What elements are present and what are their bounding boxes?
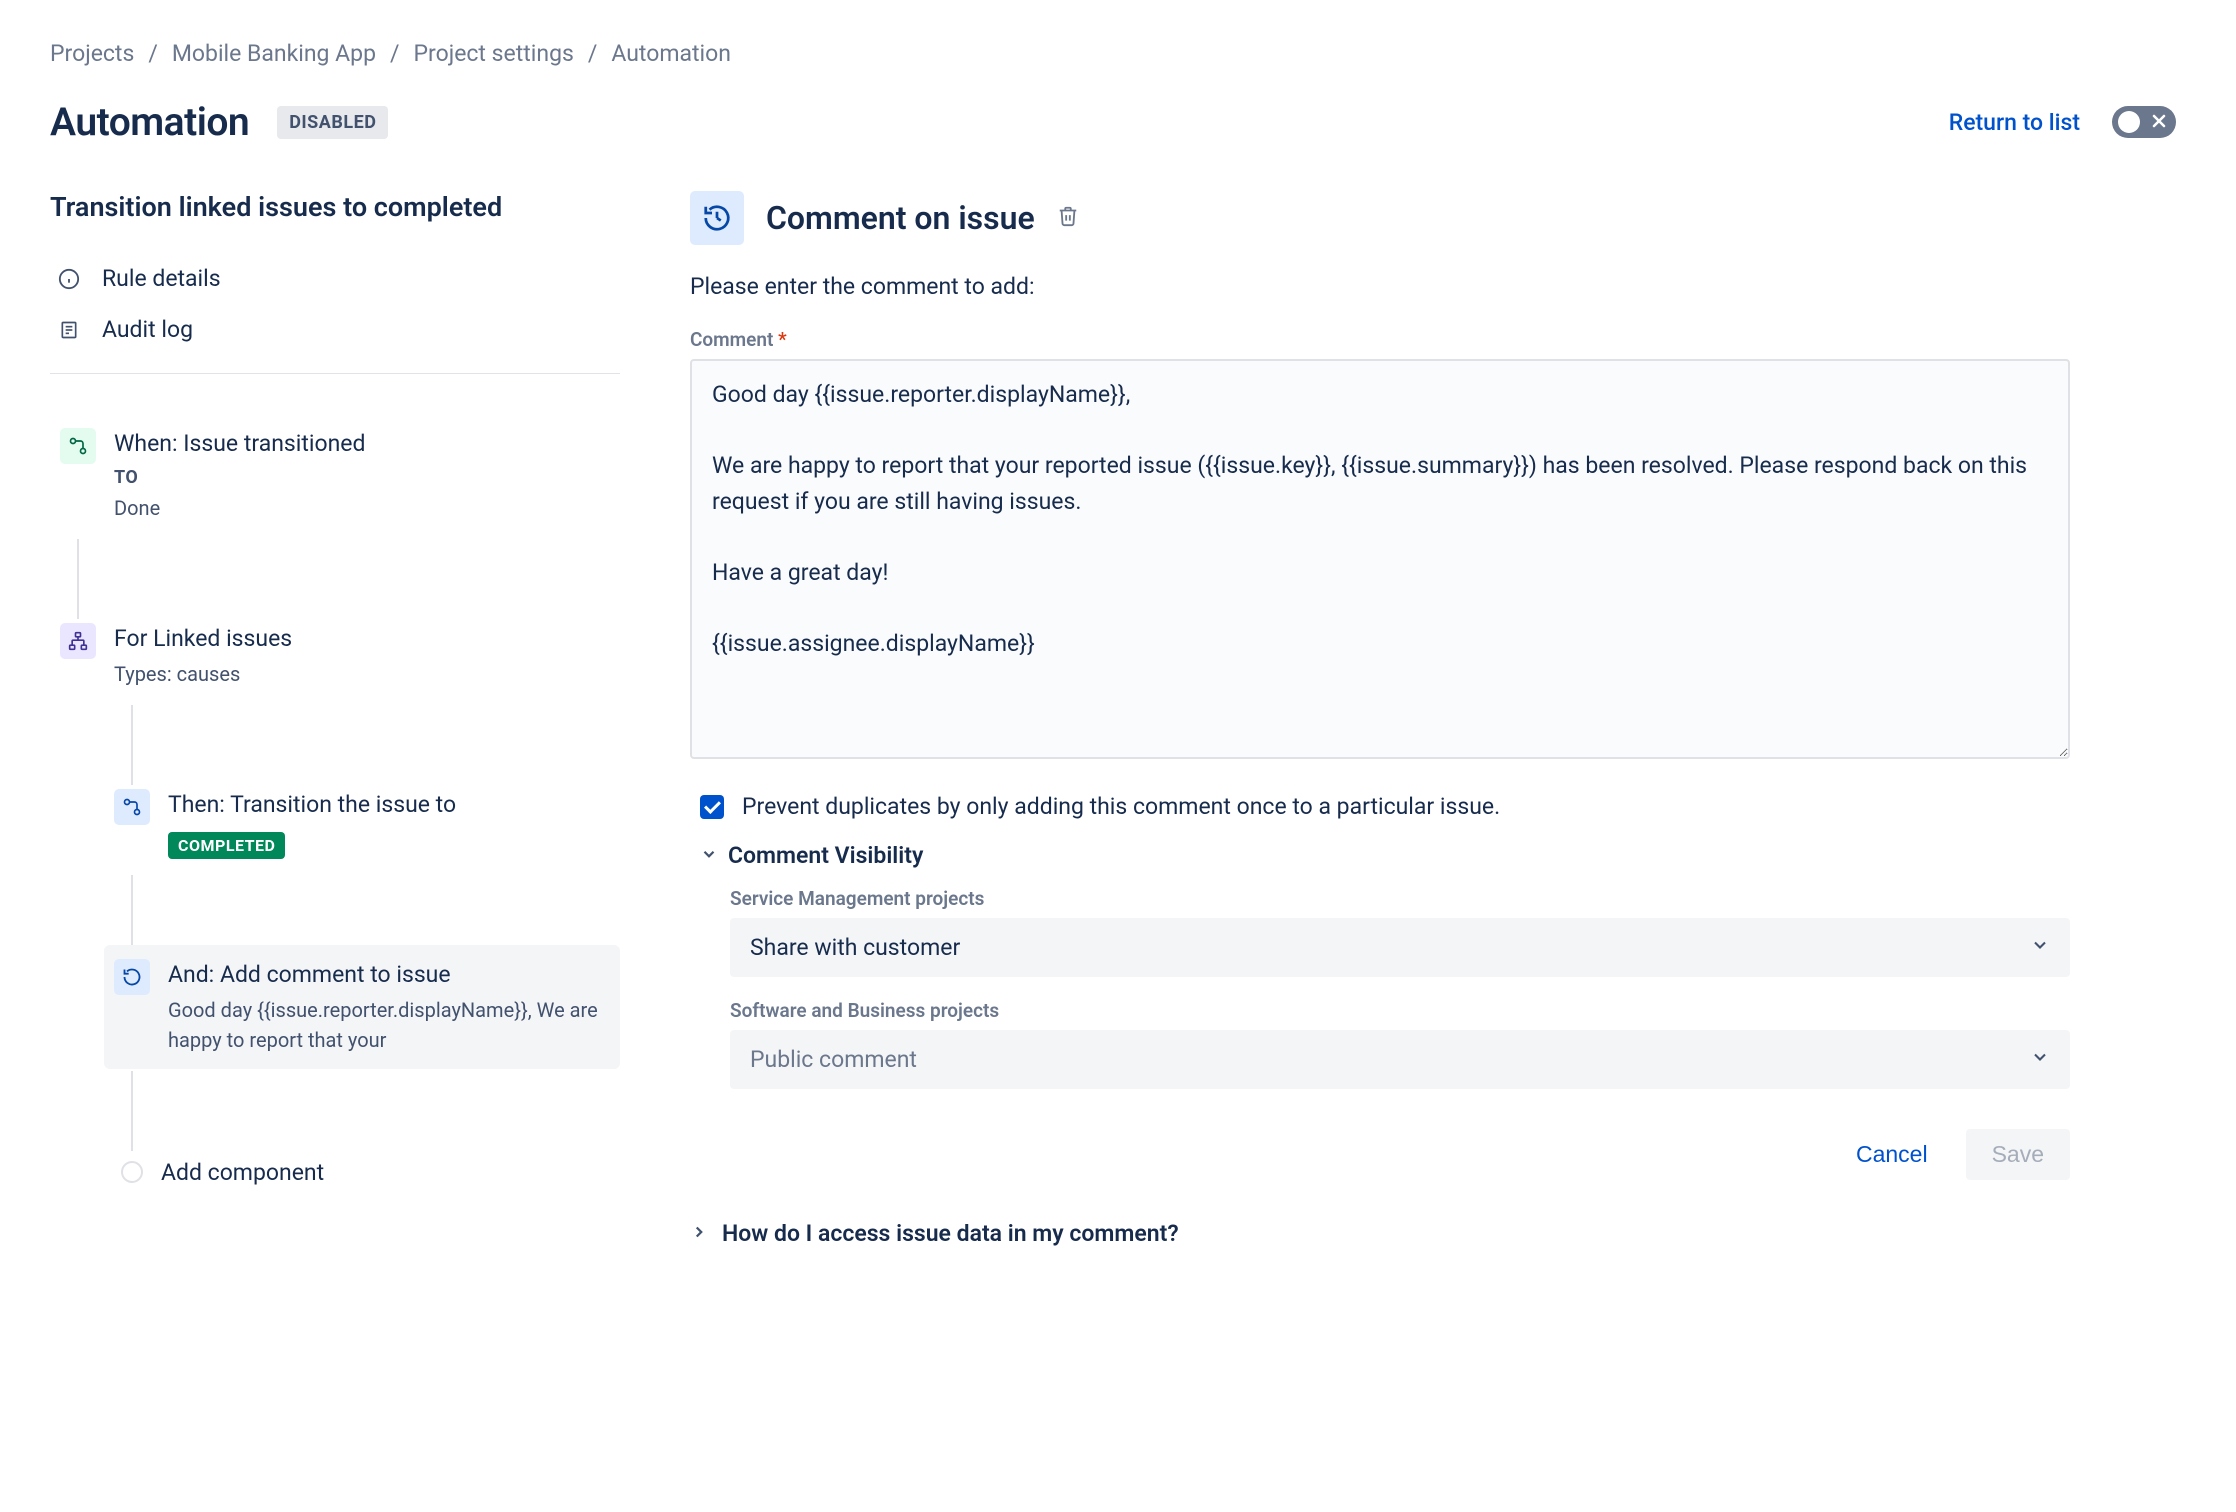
breadcrumb-sep: /: [588, 40, 598, 67]
page-title: Automation: [50, 99, 249, 145]
help-toggle[interactable]: How do I access issue data in my comment…: [690, 1220, 2070, 1247]
nav-audit-log[interactable]: Audit log: [50, 304, 620, 355]
rule-name: Transition linked issues to completed: [50, 191, 620, 223]
prevent-duplicates-checkbox[interactable]: [700, 795, 724, 819]
nav-label: Rule details: [102, 265, 221, 292]
chain-trigger-to-label: TO: [114, 464, 610, 491]
chain-comment-title: And: Add comment to issue: [168, 959, 610, 991]
breadcrumb-projects[interactable]: Projects: [50, 40, 134, 67]
cancel-button[interactable]: Cancel: [1830, 1129, 1954, 1180]
chain-branch-sub: Types: causes: [114, 659, 610, 689]
chain-action-comment[interactable]: And: Add comment to issue Good day {{iss…: [104, 945, 620, 1069]
status-badge: DISABLED: [277, 106, 388, 139]
chain-action-title: Then: Transition the issue to: [168, 789, 610, 821]
comment-field-label: Comment *: [690, 328, 2070, 351]
audit-log-icon: [56, 317, 82, 343]
chevron-down-icon: [700, 842, 718, 869]
chain-action-transition[interactable]: Then: Transition the issue to COMPLETED: [104, 775, 620, 872]
nav-rule-details[interactable]: Rule details: [50, 253, 620, 304]
chain-trigger-to-value: Done: [114, 493, 610, 523]
trigger-icon: [60, 428, 96, 464]
comment-textarea[interactable]: [690, 359, 2070, 759]
toggle-off-icon: [2152, 112, 2166, 133]
visibility-heading: Comment Visibility: [728, 842, 923, 869]
component-title: Comment on issue: [766, 199, 1035, 237]
sm-projects-label: Service Management projects: [730, 887, 2070, 910]
component-icon: [690, 191, 744, 245]
chain-trigger-title: When: Issue transitioned: [114, 428, 610, 460]
add-component-icon: [121, 1161, 143, 1183]
delete-component-button[interactable]: [1057, 205, 1079, 231]
chain-branch-title: For Linked issues: [114, 623, 610, 655]
chain-branch[interactable]: For Linked issues Types: causes: [50, 609, 620, 703]
breadcrumb: Projects / Mobile Banking App / Project …: [50, 40, 2176, 67]
breadcrumb-project-settings[interactable]: Project settings: [414, 40, 574, 67]
breadcrumb-project-name[interactable]: Mobile Banking App: [172, 40, 376, 67]
info-icon: [56, 266, 82, 292]
chevron-down-icon: [2030, 1046, 2050, 1073]
save-button[interactable]: Save: [1966, 1129, 2070, 1180]
sw-projects-label: Software and Business projects: [730, 999, 2070, 1022]
chevron-down-icon: [2030, 934, 2050, 961]
chain-add-label: Add component: [161, 1157, 610, 1189]
breadcrumb-sep: /: [148, 40, 158, 67]
return-to-list-link[interactable]: Return to list: [1949, 109, 2080, 136]
prevent-duplicates-label: Prevent duplicates by only adding this c…: [742, 793, 1500, 820]
sm-visibility-value: Share with customer: [750, 934, 960, 961]
help-heading: How do I access issue data in my comment…: [722, 1220, 1179, 1247]
nav-label: Audit log: [102, 316, 193, 343]
rule-enable-toggle[interactable]: [2112, 106, 2176, 138]
breadcrumb-sep: /: [390, 40, 400, 67]
transition-icon: [114, 789, 150, 825]
comment-visibility-toggle[interactable]: Comment Visibility: [700, 842, 2070, 869]
chain-action-status: COMPLETED: [168, 832, 285, 859]
branch-icon: [60, 623, 96, 659]
comment-action-icon: [114, 959, 150, 995]
sw-visibility-select[interactable]: Public comment: [730, 1030, 2070, 1089]
breadcrumb-automation[interactable]: Automation: [611, 40, 731, 67]
instruction-text: Please enter the comment to add:: [690, 273, 2070, 300]
chain-trigger[interactable]: When: Issue transitioned TO Done: [50, 414, 620, 537]
chevron-right-icon: [690, 1220, 708, 1247]
chain-comment-preview: Good day {{issue.reporter.displayName}},…: [168, 995, 610, 1055]
chain-add-component[interactable]: Add component: [104, 1141, 620, 1207]
sw-visibility-value: Public comment: [750, 1046, 917, 1073]
sm-visibility-select[interactable]: Share with customer: [730, 918, 2070, 977]
